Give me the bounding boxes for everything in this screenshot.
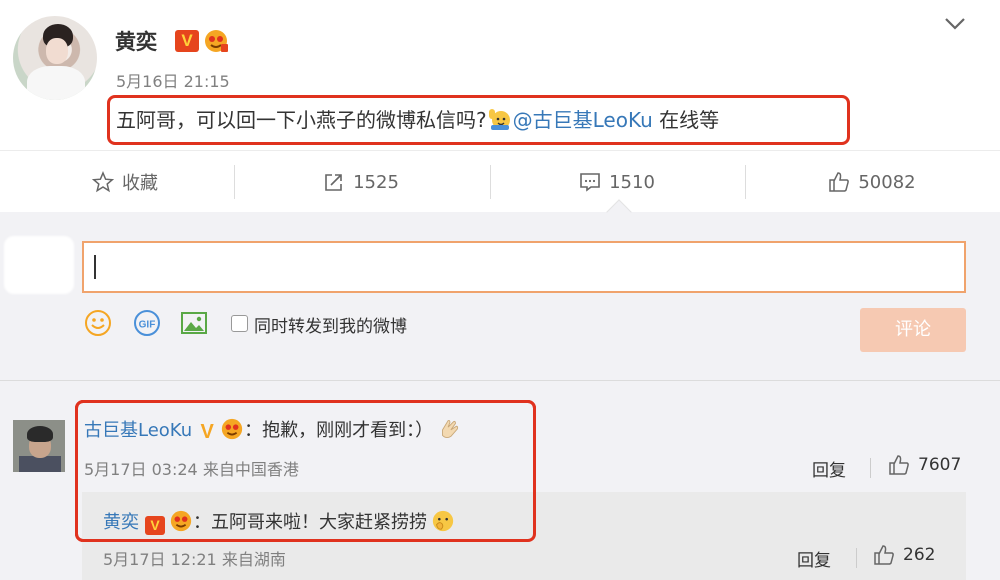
commenter-avatar[interactable] <box>13 420 65 472</box>
image-icon[interactable] <box>180 309 208 337</box>
smile-icon[interactable] <box>84 309 112 337</box>
post-text-before: 五阿哥，可以回一下小燕子的微博私信吗? <box>116 108 487 132</box>
sync-checkbox[interactable] <box>231 315 248 332</box>
comment-meta: 5月17日 03:24 来自中国香港 <box>84 460 299 479</box>
repost-count: 1525 <box>353 171 399 193</box>
sub-reply-button[interactable]: 回复 <box>797 546 831 571</box>
post-timestamp[interactable]: 5月16日 21:15 <box>116 68 230 92</box>
submit-comment-button[interactable]: 评论 <box>860 308 966 352</box>
comment-input[interactable] <box>82 241 966 293</box>
comment-content: 古巨基LeoKu V ：抱歉，刚刚才看到：） <box>84 416 461 442</box>
star-icon <box>92 171 114 193</box>
comment-section: GIF 同时转发到我的微博 评论 古巨基LeoKu V ：抱歉，刚刚才看到：） 5… <box>0 212 1000 580</box>
comment-icon <box>580 173 600 192</box>
fan-badge-icon <box>170 510 192 532</box>
post-text-after: 在线等 <box>652 108 720 132</box>
sync-label[interactable]: 同时转发到我的微博 <box>254 312 407 337</box>
reply-button[interactable]: 回复 <box>812 456 846 481</box>
gif-icon[interactable]: GIF <box>133 309 161 337</box>
sub-reply-meta: 5月17日 12:21 来自湖南 <box>103 550 286 569</box>
fan-badge-icon <box>205 30 228 52</box>
like-button[interactable]: 50082 <box>747 151 997 213</box>
post-content: 五阿哥，可以回一下小燕子的微博私信吗? @古巨基LeoKu 在线等 <box>116 104 719 133</box>
gif-label: GIF <box>139 320 156 331</box>
author-avatar[interactable] <box>13 16 97 100</box>
favorite-label: 收藏 <box>122 173 158 194</box>
author-name[interactable]: 黄奕 <box>115 26 157 56</box>
comment-count: 1510 <box>609 171 655 193</box>
text-caret <box>94 255 96 279</box>
comment-like-button[interactable]: 7607 <box>888 454 961 476</box>
peek-emoji <box>432 510 454 532</box>
like-count: 50082 <box>858 171 916 193</box>
wave-emoji <box>488 109 510 130</box>
sub-reply-like-button[interactable]: 262 <box>873 544 935 566</box>
post-mention[interactable]: @古巨基LeoKu <box>513 108 653 132</box>
clap-emoji <box>442 420 459 439</box>
divider <box>0 380 1000 381</box>
comment-text: ：抱歉，刚刚才看到：） <box>244 420 434 441</box>
thumb-up-icon <box>874 545 894 565</box>
my-avatar <box>4 236 74 294</box>
sub-reply-like-count: 262 <box>903 545 936 565</box>
repost-icon <box>325 174 342 191</box>
comment-like-count: 7607 <box>918 455 962 475</box>
action-bar: 收藏 1525 1510 50082 <box>0 150 1000 212</box>
sub-reply-content: 黄奕 V ：五阿哥来啦！大家赶紧捞捞 <box>103 508 455 535</box>
weibo-post: 黄奕 V 5月16日 21:15 五阿哥，可以回一下小燕子的微博私信吗? @古巨… <box>0 0 1000 150</box>
verified-badge: V <box>200 421 214 443</box>
repost-button[interactable]: 1525 <box>236 151 486 213</box>
thumb-up-icon <box>889 455 909 475</box>
sub-reply-author[interactable]: 黄奕 <box>103 512 139 533</box>
sub-reply-text: ：五阿哥来啦！大家赶紧捞捞 <box>193 512 427 533</box>
verified-badge: V <box>175 30 199 52</box>
favorite-button[interactable]: 收藏 <box>0 151 250 213</box>
commenter-name[interactable]: 古巨基LeoKu <box>84 420 192 441</box>
chevron-down-icon[interactable] <box>942 14 968 34</box>
fan-badge-icon <box>221 418 243 440</box>
thumb-up-icon <box>829 172 850 192</box>
verified-badge: V <box>145 516 165 535</box>
